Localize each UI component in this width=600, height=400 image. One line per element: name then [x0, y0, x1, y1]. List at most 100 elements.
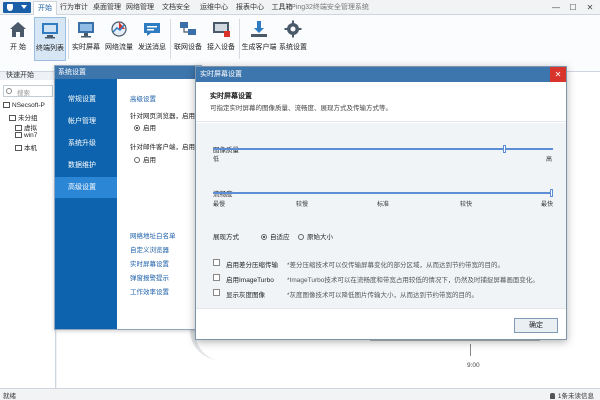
- ribbon-generate-client-button[interactable]: 生成客户端: [241, 17, 277, 61]
- download-icon: [251, 21, 267, 37]
- grayscale-checkbox[interactable]: [213, 289, 220, 296]
- ribbon-send-message-label: 发送消息: [138, 44, 166, 51]
- ok-button[interactable]: 确定: [514, 318, 558, 333]
- tree-terminal-node[interactable]: 本机: [15, 142, 37, 152]
- nav-data-maintenance[interactable]: 数据维护: [55, 155, 117, 176]
- search-placeholder: 搜索: [17, 90, 30, 97]
- bell-icon: [549, 393, 555, 400]
- home-icon: [10, 22, 26, 37]
- link-popup-alert[interactable]: 弹窗报警提示: [130, 272, 169, 282]
- imageturbo-desc: *ImageTurbo技术可以在流畅度和带宽占用较低的情况下，仍然及时捕捉屏幕画…: [287, 277, 539, 284]
- nav-system-upgrade[interactable]: 系统升级: [55, 133, 117, 154]
- ribbon-separator: [239, 19, 240, 59]
- computer-icon: [15, 125, 22, 132]
- radio-label: 启用: [143, 157, 156, 164]
- tab-behavior-audit[interactable]: 行为审计: [60, 1, 88, 15]
- group-icon: [9, 115, 16, 122]
- tree-search-input[interactable]: 搜索: [3, 85, 53, 97]
- radio-label: 自适应: [270, 234, 290, 241]
- maximize-button[interactable]: ☐: [565, 0, 581, 15]
- status-text: 就绪: [3, 393, 16, 400]
- ribbon-start-label: 开 始: [10, 44, 26, 51]
- tree-node-label: 虚拟: [24, 125, 37, 132]
- ribbon-access-devices-button[interactable]: 接入设备: [205, 17, 237, 61]
- quality-slider-thumb[interactable]: [503, 145, 507, 153]
- screen-settings-heading: 实时屏幕设置: [210, 93, 252, 100]
- tab-start[interactable]: 开始: [33, 1, 57, 15]
- tree-terminal-node[interactable]: 虚拟: [15, 122, 37, 132]
- ribbon-network-traffic-button[interactable]: 网络流量: [103, 17, 135, 61]
- terminal-list-icon: [42, 23, 58, 39]
- system-settings-body: 高级设置 针对网页浏览器，启用HT 启用 针对邮件客户端，启用HT 启用 网络地…: [117, 79, 201, 329]
- display-mode-adaptive-radio[interactable]: 自适应: [261, 231, 290, 241]
- ribbon-start-button[interactable]: 开 始: [2, 17, 34, 61]
- system-settings-nav: 常规设置 帐户管理 系统升级 数据维护 高级设置: [55, 79, 117, 329]
- unread-messages-link[interactable]: 1条未读信息: [549, 390, 594, 400]
- radio-icon: [134, 157, 140, 164]
- tab-network-management[interactable]: 网络管理: [126, 1, 154, 15]
- fluency-slider-thumb[interactable]: [550, 189, 553, 197]
- networked-devices-icon: [180, 22, 196, 35]
- ribbon-toolbar: 开 始 终端列表 实时屏幕 网络流量 发送消息 联网设备 接入设备 生成客户端 …: [0, 15, 600, 72]
- display-mode-original-radio[interactable]: 原始大小: [298, 231, 333, 241]
- minimize-button[interactable]: —: [548, 0, 564, 15]
- terminal-tree-panel: 搜索 NSecsoft-P 未分组 虚拟 win7 本机: [0, 80, 56, 388]
- diff-compression-checkbox[interactable]: [213, 259, 220, 266]
- ribbon-realtime-screen-button[interactable]: 实时屏幕: [70, 17, 102, 61]
- status-bar: 就绪 1条未读信息: [0, 388, 600, 400]
- computer-icon: [15, 132, 22, 139]
- link-efficiency-settings[interactable]: 工作效率设置: [130, 286, 169, 296]
- tree-terminal-node[interactable]: win7: [15, 132, 37, 139]
- tree-root-node[interactable]: NSecsoft-P: [3, 102, 45, 109]
- system-settings-title: 系统设置: [55, 66, 201, 79]
- quality-high-label: 高: [546, 157, 553, 163]
- radio-icon: [261, 234, 267, 241]
- ribbon-system-settings-button[interactable]: 系统设置: [277, 17, 309, 61]
- grayscale-label: 显示灰度图像: [226, 292, 265, 299]
- radio-label: 原始大小: [307, 234, 333, 241]
- tree-node-label: win7: [24, 132, 38, 139]
- advanced-settings-heading: 高级设置: [130, 96, 156, 103]
- diff-compression-desc: *差分压缩技术可以仅传输屏幕变化的部分区域，从而达到节约带宽的目的。: [287, 262, 505, 269]
- link-realtime-screen-settings[interactable]: 实时屏幕设置: [130, 258, 169, 268]
- title-bar: 开始 行为审计 桌面管理 网络管理 文档安全 运维中心 报表中心 工具箱 Pin…: [0, 0, 600, 15]
- tab-document-security[interactable]: 文档安全: [162, 1, 190, 15]
- link-address-whitelist[interactable]: 网络地址白名单: [130, 230, 176, 240]
- tab-ops-center[interactable]: 运维中心: [200, 1, 228, 15]
- ribbon-send-message-button[interactable]: 发送消息: [136, 17, 168, 61]
- fluency-tick-faster: 较快: [460, 202, 473, 208]
- chart-time-label: 9:00: [467, 362, 480, 369]
- ribbon-networked-devices-button[interactable]: 联网设备: [172, 17, 204, 61]
- imageturbo-checkbox[interactable]: [213, 274, 220, 281]
- link-custom-browser[interactable]: 自定义浏览器: [130, 244, 169, 254]
- search-icon: [6, 88, 12, 94]
- app-logo[interactable]: [3, 2, 31, 13]
- browser-https-label: 针对网页浏览器，启用HT: [130, 113, 201, 120]
- tree-group-node[interactable]: 未分组: [9, 112, 38, 122]
- computer-icon: [15, 145, 22, 152]
- nav-advanced-settings[interactable]: 高级设置: [55, 177, 117, 198]
- chart-axis-tick: [470, 344, 471, 356]
- monitor-icon: [78, 22, 94, 38]
- fluency-slider-track[interactable]: [213, 192, 553, 194]
- mail-enable-radio[interactable]: 启用: [134, 154, 156, 164]
- fluency-tick-slowest: 最慢: [213, 202, 226, 208]
- display-mode-label: 展现方式: [213, 234, 239, 241]
- dialog-footer: 确定: [196, 308, 566, 339]
- window-title: Ping32终端安全管理系统: [291, 4, 369, 11]
- dialog-close-button[interactable]: ✕: [550, 67, 566, 82]
- browser-enable-radio[interactable]: 启用: [134, 122, 156, 132]
- nav-general-settings[interactable]: 常规设置: [55, 89, 117, 110]
- imageturbo-label: 启用ImageTurbo: [226, 277, 274, 284]
- mail-https-label: 针对邮件客户端，启用HT: [130, 144, 201, 151]
- nav-account-management[interactable]: 帐户管理: [55, 111, 117, 132]
- ribbon-terminal-list-button[interactable]: 终端列表: [34, 17, 66, 61]
- grayscale-desc: *灰度图像技术可以降低图片传输大小，从而达到节约带宽的目的。: [287, 292, 479, 299]
- quality-slider-track[interactable]: [213, 148, 553, 150]
- screen-settings-description: 可指定实时屏幕的图像质量、流畅度、展现方式及传输方式等。: [210, 105, 392, 112]
- ribbon-realtime-screen-label: 实时屏幕: [72, 44, 100, 51]
- tree-node-label: NSecsoft-P: [12, 102, 45, 109]
- ribbon-terminal-list-label: 终端列表: [36, 45, 64, 52]
- tab-desktop-management[interactable]: 桌面管理: [93, 1, 121, 15]
- close-window-button[interactable]: ✕: [582, 0, 598, 15]
